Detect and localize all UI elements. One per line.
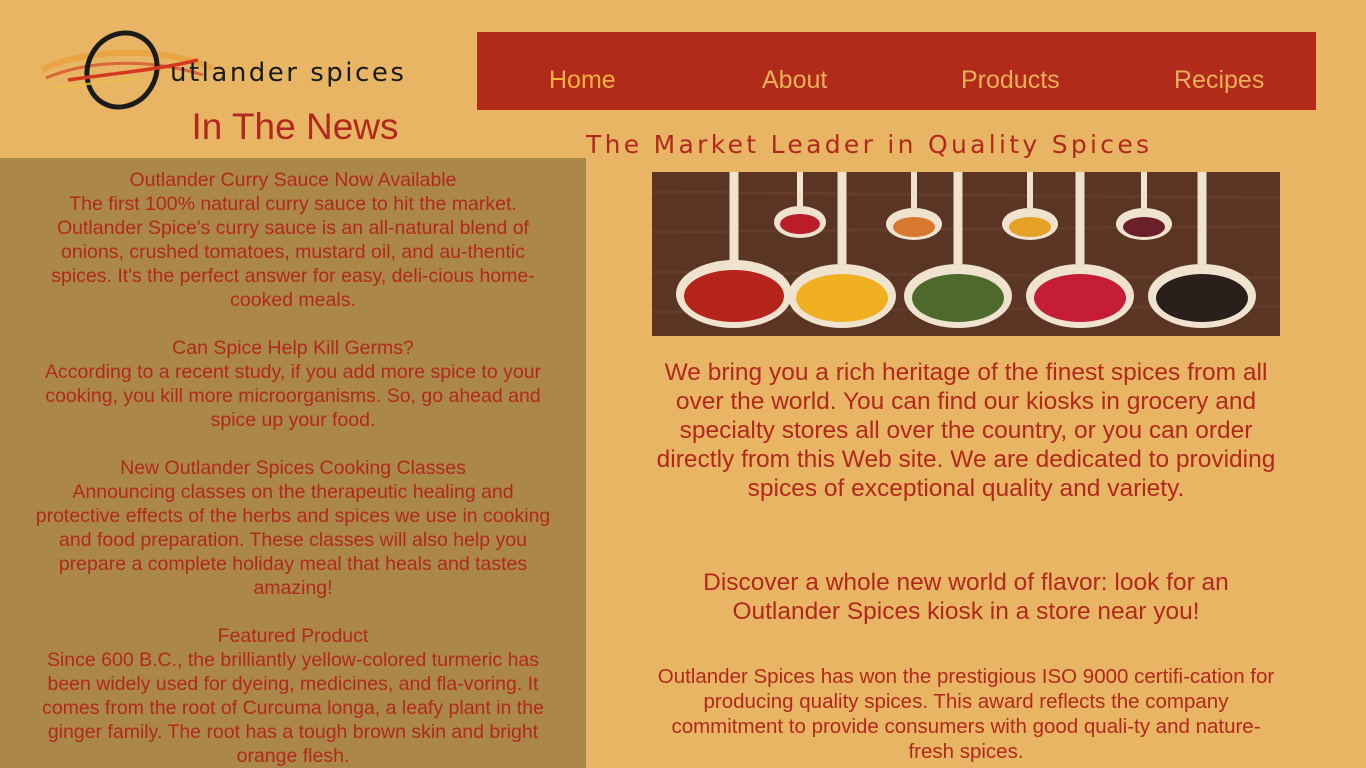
discover-text: Discover a whole new world of flavor: lo… (703, 569, 1229, 625)
nav-products[interactable]: Products (961, 66, 1060, 95)
nav-about[interactable]: About (762, 66, 827, 95)
nav-recipes[interactable]: Recipes (1174, 66, 1264, 95)
page: utlander spices Home About Products Reci… (0, 0, 1366, 768)
news-item-title: Featured Product (217, 625, 369, 647)
news-item: Outlander Curry Sauce Now Available The … (0, 168, 586, 312)
main-nav: Home About Products Recipes (477, 32, 1316, 110)
news-item-body: According to a recent study, if you add … (44, 361, 542, 431)
nav-home[interactable]: Home (549, 66, 616, 95)
news-item: Can Spice Help Kill Germs? According to … (0, 336, 586, 432)
news-heading: In The News (191, 106, 399, 147)
spice-spoons-icon (652, 172, 1280, 336)
news-item-title: Outlander Curry Sauce Now Available (129, 169, 457, 191)
intro-text: We bring you a rich heritage of the fine… (656, 359, 1276, 502)
news-item: New Outlander Spices Cooking Classes Ann… (0, 456, 586, 600)
site-logo[interactable]: utlander spices (38, 30, 468, 114)
tagline: The Market Leader in Quality Spices (586, 130, 1153, 159)
news-item-body: Announcing classes on the therapeutic he… (35, 481, 551, 599)
iso-text: Outlander Spices has won the prestigious… (657, 665, 1275, 763)
logo-text: utlander spices (170, 58, 407, 88)
spice-spoons-photo (652, 172, 1280, 336)
news-item-body: The first 100% natural curry sauce to hi… (51, 193, 535, 311)
news-list: Outlander Curry Sauce Now Available The … (0, 168, 586, 768)
news-panel: Outlander Curry Sauce Now Available The … (0, 158, 586, 768)
news-item-title: Can Spice Help Kill Germs? (172, 337, 414, 359)
news-item-body: Since 600 B.C., the brilliantly yellow-c… (42, 649, 544, 767)
news-item-title: New Outlander Spices Cooking Classes (120, 457, 466, 479)
news-item: Featured Product Since 600 B.C., the bri… (0, 624, 586, 768)
